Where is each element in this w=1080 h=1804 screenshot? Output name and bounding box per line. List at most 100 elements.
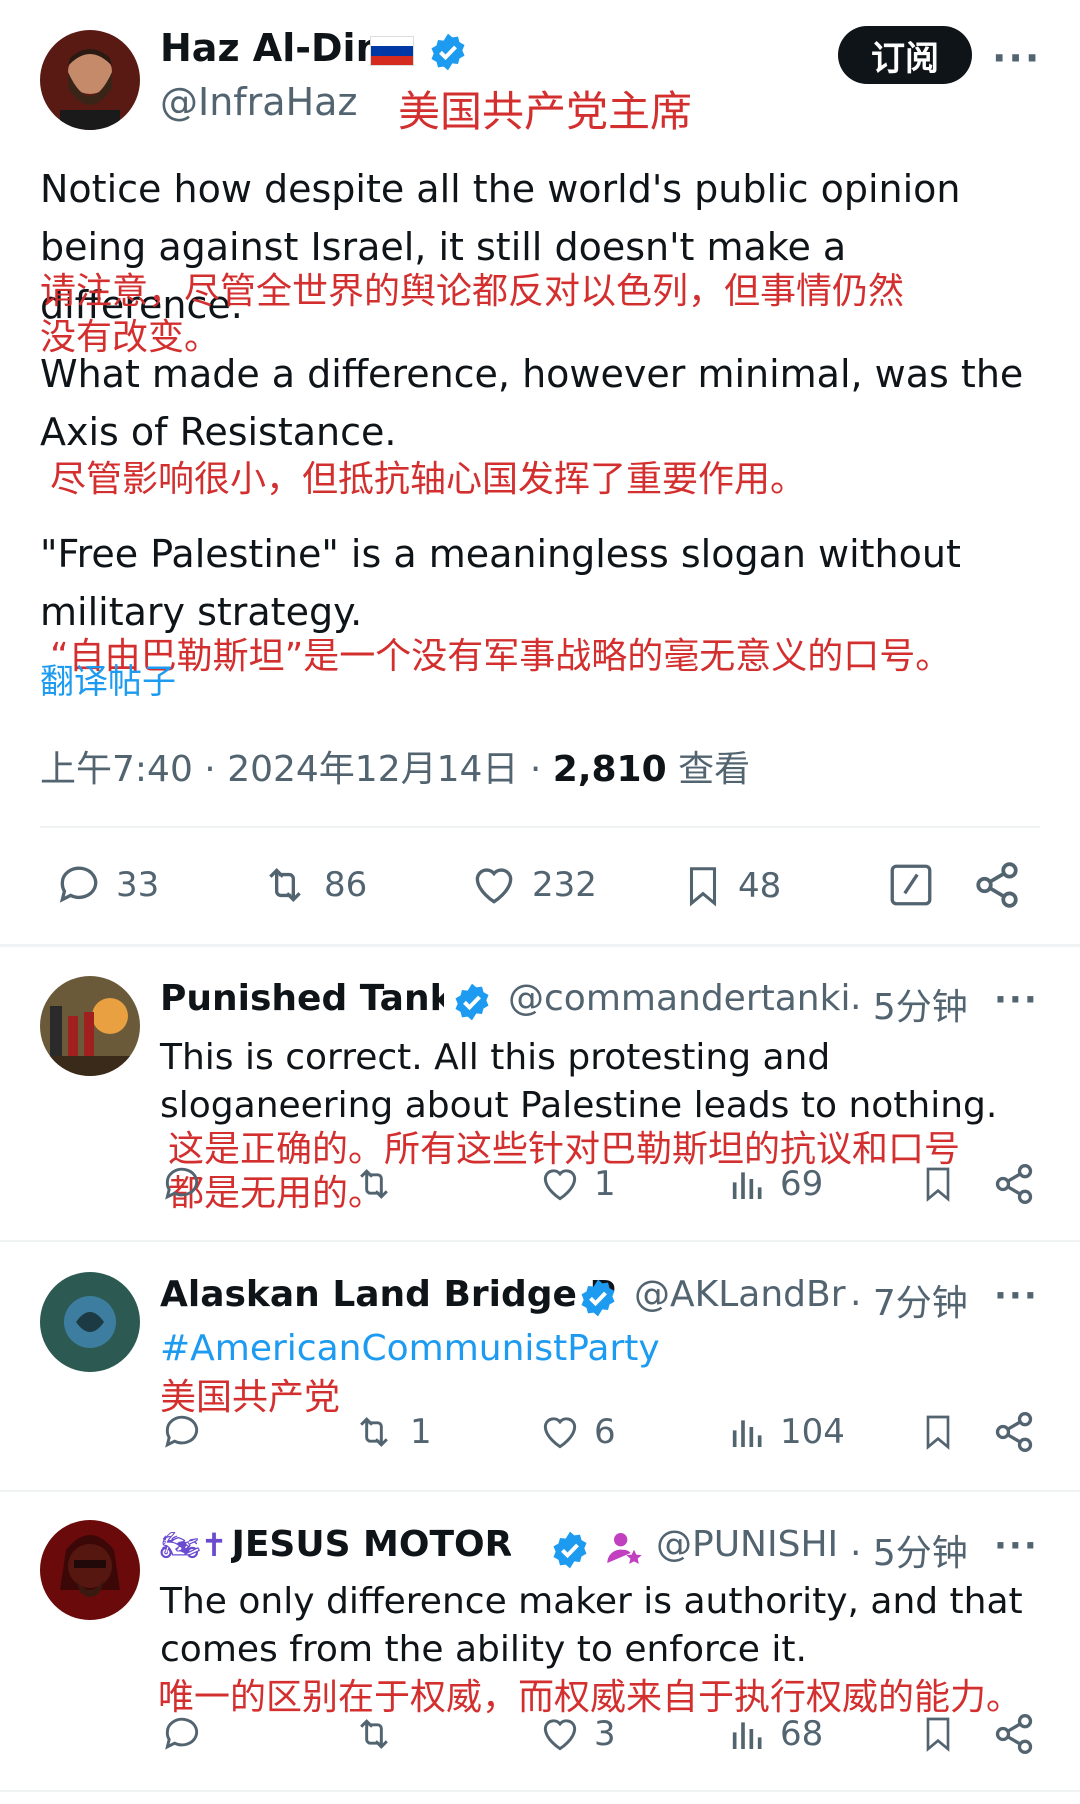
reply-text: This is correct. All this protesting and… <box>160 1037 998 1126</box>
translate-post-link[interactable]: 翻译帖子 <box>40 654 176 703</box>
tweet-text-p3: "Free Palestine" is a meaningless slogan… <box>40 532 961 634</box>
like-button[interactable]: 6 <box>538 1410 616 1454</box>
bookmark-icon <box>926 1717 950 1752</box>
reply-author-name: JESUS MOTOR <box>231 1524 512 1565</box>
retweet-icon <box>360 1169 388 1199</box>
author-avatar[interactable] <box>40 30 140 130</box>
bookmark-button[interactable] <box>918 1408 958 1460</box>
like-button[interactable]: 1 <box>538 1162 616 1206</box>
tweet-date[interactable]: 2024年12月14日 <box>227 749 518 790</box>
reply-author-name-row[interactable]: 🏍✝ JESUS MOTOR <box>160 1524 511 1565</box>
retweet-icon <box>360 1719 388 1749</box>
views-button[interactable]: 104 <box>728 1410 845 1454</box>
retweet-button[interactable] <box>350 1162 398 1210</box>
verified-badge-icon <box>428 32 468 76</box>
heart-icon <box>475 868 513 904</box>
verified-badge-icon <box>452 982 492 1026</box>
share-icon[interactable] <box>972 860 1022 914</box>
subscribe-button[interactable]: 订阅 <box>838 26 972 84</box>
verified-badge-icon <box>550 1530 590 1574</box>
bookmark-count: 48 <box>738 866 782 906</box>
reply-button[interactable] <box>160 1410 204 1458</box>
like-count: 232 <box>532 865 597 905</box>
author-handle[interactable]: @InfraHaz <box>160 80 357 124</box>
reply-time[interactable]: · 5分钟 <box>850 978 968 1030</box>
more-options-icon[interactable]: ··· <box>994 1276 1039 1316</box>
reply-time[interactable]: · 5分钟 <box>850 1524 968 1576</box>
meta-dot: · <box>204 749 228 790</box>
russia-flag-icon <box>370 36 414 66</box>
tweet-meta: 上午7:40 · 2024年12月14日 · 2,810 查看 <box>40 740 750 792</box>
views-count: 2,810 <box>552 749 667 790</box>
reply-button[interactable] <box>160 1712 204 1760</box>
retweet-button[interactable]: 86 <box>258 860 367 910</box>
verified-badge-icon <box>578 1278 618 1322</box>
reply-hashtag[interactable]: #AmericanCommunistParty <box>160 1328 660 1369</box>
name-prefix-emoji: 🏍✝ <box>160 1525 228 1564</box>
reply-icon <box>59 866 98 903</box>
like-button[interactable]: 3 <box>538 1712 616 1756</box>
tweet-text-p3-cn: “自由巴勒斯坦”是一个没有军事战略的毫无意义的口号。 <box>50 636 952 677</box>
divider <box>40 826 1040 828</box>
views-chart-icon <box>732 1420 762 1447</box>
more-options-icon[interactable]: ··· <box>994 1526 1039 1566</box>
author-name[interactable]: Haz Al-Din <box>160 26 383 70</box>
share-icon[interactable] <box>992 1712 1036 1760</box>
views-count: 68 <box>780 1714 824 1754</box>
views-chart-icon <box>732 1722 762 1749</box>
reply-author-handle[interactable]: @AKLandBr <box>634 1274 848 1315</box>
tweet-text-p2: What made a difference, however minimal,… <box>40 352 1024 454</box>
reply-avatar[interactable] <box>40 976 140 1076</box>
reply-author-handle[interactable]: @PUNISHI <box>656 1524 848 1565</box>
reply-button[interactable]: 33 <box>54 860 159 910</box>
tweet-time[interactable]: 上午7:40 <box>40 749 193 790</box>
heart-icon <box>543 1169 577 1201</box>
reply-button[interactable] <box>160 1162 204 1210</box>
retweet-button[interactable] <box>350 1712 398 1760</box>
bookmark-icon <box>926 1415 950 1450</box>
like-count: 1 <box>594 1164 616 1204</box>
like-button[interactable]: 232 <box>468 860 597 910</box>
views-count: 69 <box>780 1164 824 1204</box>
bookmark-button[interactable]: 48 <box>680 860 781 912</box>
bookmark-button[interactable] <box>918 1160 958 1212</box>
bookmark-button[interactable] <box>918 1710 958 1762</box>
reply-text: The only difference maker is authority, … <box>160 1581 1023 1670</box>
retweet-button[interactable]: 1 <box>350 1410 432 1454</box>
divider <box>0 1790 1080 1792</box>
views-label: 查看 <box>678 749 751 790</box>
retweet-count: 86 <box>324 865 368 905</box>
edit-icon[interactable] <box>886 860 936 914</box>
views-count: 104 <box>780 1412 845 1452</box>
share-icon[interactable] <box>992 1162 1036 1210</box>
reply-avatar[interactable] <box>40 1272 140 1372</box>
meta-dot: · <box>529 749 553 790</box>
retweet-count: 1 <box>410 1412 432 1452</box>
bookmark-icon <box>926 1167 950 1202</box>
views-button[interactable]: 68 <box>728 1712 823 1756</box>
reply-author-name[interactable]: Punished Tanki <box>160 978 444 1019</box>
tweet-text-p1-cn-1: 请注意，尽管全世界的舆论都反对以色列，但事情仍然 <box>40 271 905 312</box>
bookmark-icon <box>689 867 717 907</box>
views-button[interactable]: 69 <box>728 1162 823 1206</box>
share-icon[interactable] <box>992 1410 1036 1458</box>
reply-icon <box>165 1717 199 1750</box>
like-count: 6 <box>594 1412 616 1452</box>
more-options-icon[interactable]: ··· <box>994 980 1039 1020</box>
author-note: 美国共产党主席 <box>398 87 693 136</box>
divider <box>0 944 1080 947</box>
divider <box>0 1240 1080 1242</box>
tweet-text-p2-cn: 尽管影响很小，但抵抗轴心国发挥了重要作用。 <box>50 459 807 500</box>
retweet-icon <box>269 868 301 902</box>
heart-icon <box>543 1719 577 1751</box>
person-star-icon <box>604 1528 644 1572</box>
reply-avatar[interactable] <box>40 1520 140 1620</box>
like-count: 3 <box>594 1714 616 1754</box>
reply-author-name[interactable]: Alaskan Land Bridge P <box>160 1274 616 1315</box>
reply-icon <box>165 1415 199 1448</box>
reply-author-handle[interactable]: @commandertanki <box>508 978 848 1019</box>
reply-time[interactable]: · 7分钟 <box>850 1274 968 1326</box>
more-options-icon[interactable]: ··· <box>992 36 1041 80</box>
subscribe-label: 订阅 <box>871 38 939 79</box>
views-chart-icon <box>732 1172 762 1199</box>
